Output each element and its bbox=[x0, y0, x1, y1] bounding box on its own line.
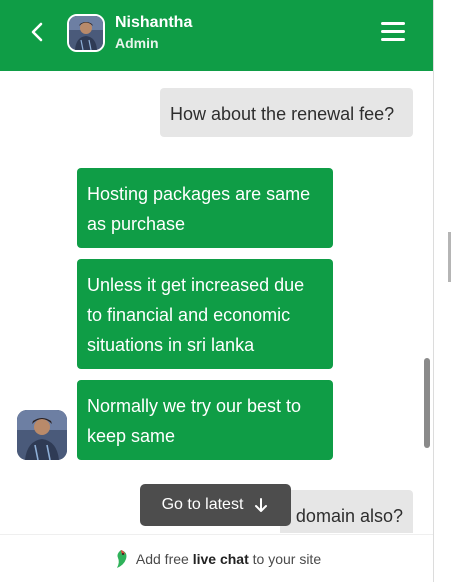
chevron-left-icon bbox=[31, 22, 43, 42]
agent-avatar bbox=[17, 410, 67, 460]
page-scrollbar-track[interactable] bbox=[433, 0, 451, 582]
chat-header: Nishantha Admin bbox=[0, 0, 433, 71]
agent-role: Admin bbox=[115, 35, 159, 51]
scrollbar-thumb[interactable] bbox=[424, 358, 430, 448]
menu-button[interactable] bbox=[381, 22, 405, 42]
agent-avatar bbox=[67, 14, 105, 52]
footer-live-chat[interactable]: live chat bbox=[193, 551, 249, 567]
agent-message: Hosting packages are same as purchase bbox=[77, 168, 333, 248]
agent-message: Normally we try our best to keep same bbox=[77, 380, 333, 460]
footer-suffix: to your site bbox=[248, 550, 322, 567]
agent-name: Nishantha bbox=[115, 14, 193, 31]
footer-prefix: Add free bbox=[135, 550, 193, 567]
go-to-latest-button[interactable]: Go to latest bbox=[140, 484, 291, 526]
chat-widget: Nishantha Admin How about the renewal fe… bbox=[0, 0, 433, 582]
go-to-latest-label: Go to latest bbox=[161, 496, 244, 513]
back-button[interactable] bbox=[26, 20, 50, 44]
message-list[interactable]: How about the renewal fee? Hosting packa… bbox=[0, 71, 433, 533]
footer-branding[interactable]: Add free live chat to your site bbox=[0, 534, 433, 582]
visitor-message: domain also? bbox=[280, 490, 413, 533]
parrot-logo-icon bbox=[116, 549, 127, 568]
visitor-message: How about the renewal fee? bbox=[160, 88, 413, 137]
agent-message: Unless it get increased due to financial… bbox=[77, 259, 333, 369]
arrow-down-icon bbox=[255, 498, 268, 512]
